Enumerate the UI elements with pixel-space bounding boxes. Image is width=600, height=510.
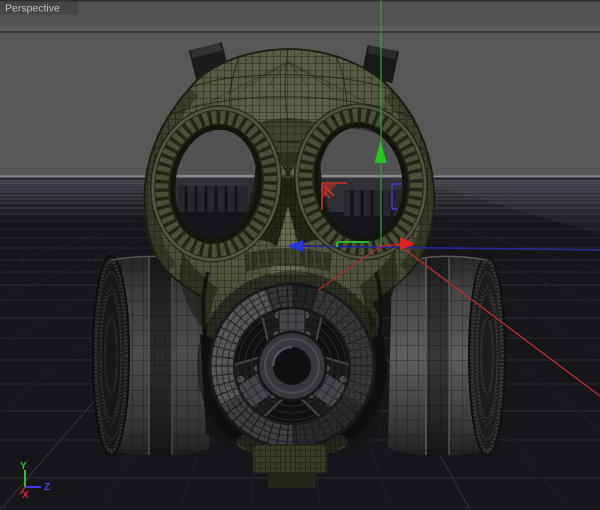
svg-text:X: X xyxy=(22,490,29,501)
svg-text:Perspective: Perspective xyxy=(5,3,60,15)
svg-text:Y: Y xyxy=(20,461,27,472)
svg-text:Z: Z xyxy=(44,482,50,493)
